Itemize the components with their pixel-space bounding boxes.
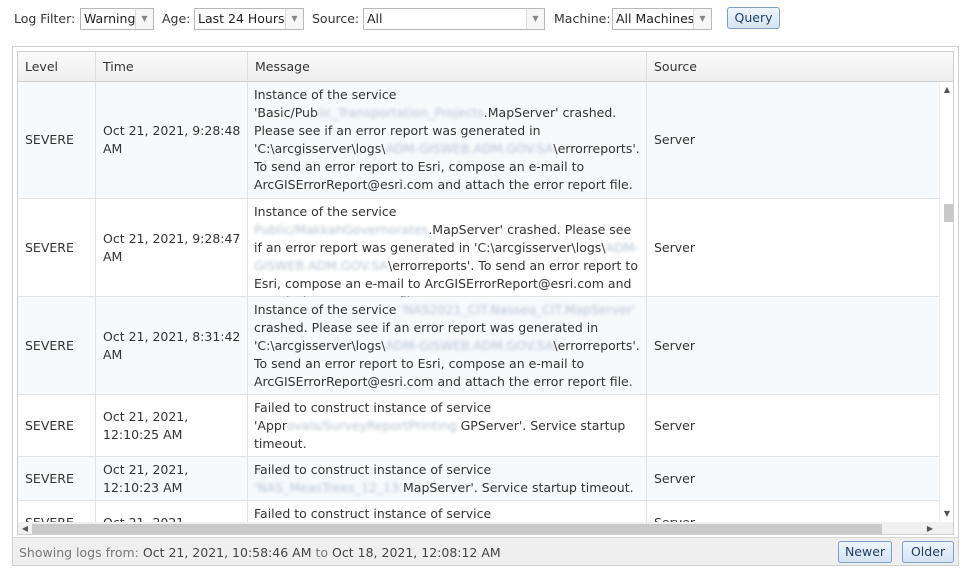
scrollbar-corner: [939, 522, 953, 534]
redacted-text: ADM-GISWEB.ADM.GOV.SA: [385, 141, 554, 156]
message-text: Failed to construct instance of service: [254, 506, 492, 521]
query-button[interactable]: Query: [727, 7, 780, 29]
message-cell: Failed to construct instance of service …: [248, 457, 647, 500]
level-cell: SEVERE: [18, 82, 96, 198]
source-label: Source:: [312, 11, 360, 26]
message-text: Instance of the service: [254, 302, 401, 317]
log-panel: Level Time Message Source SEVERE Oct 21, …: [12, 46, 959, 566]
source-cell: Server: [654, 417, 695, 433]
age-select[interactable]: Last 24 Hours ▼: [194, 8, 304, 30]
range-to-label: to: [315, 545, 329, 560]
table-row[interactable]: SEVERE Oct 21, 2021, 12:10:25 AM Failed to…: [18, 395, 939, 457]
log-filter-select[interactable]: Warning ▼: [80, 8, 154, 30]
time-cell: Oct 21, 2021, 8:31:42 AM: [96, 297, 248, 394]
age-label: Age:: [162, 11, 191, 26]
time-cell: Oct 21, 2021, 9:28:47 AM: [96, 199, 248, 296]
level-cell: SEVERE: [18, 297, 96, 394]
source-value: All: [367, 11, 383, 26]
redacted-text: lic_Transportation_Projects: [317, 105, 484, 120]
source-cell: Server: [654, 239, 695, 255]
column-header-time[interactable]: Time: [96, 52, 248, 82]
table-row[interactable]: SEVERE Oct 21, 2021, 9:28:48 AM Instance o…: [18, 82, 939, 199]
column-header-message[interactable]: Message: [248, 52, 647, 82]
source-cell: Server: [654, 132, 695, 147]
column-header-source[interactable]: Source: [647, 52, 953, 82]
redacted-text: Public/MakkahGovernorates: [254, 222, 429, 237]
source-select[interactable]: All ▼: [363, 8, 545, 30]
chevron-down-icon: ▼: [135, 9, 153, 29]
redacted-text: 'NAS_MeasTrees_12_13.: [254, 480, 404, 495]
chevron-down-icon: ▼: [526, 9, 544, 29]
table-row[interactable]: SEVERE Oct 21, 2021, 9:28:47 AM Instance o…: [18, 199, 939, 309]
older-button[interactable]: Older: [902, 541, 954, 563]
time-cell: Oct 21, 2021, 12:10:25 AM: [96, 395, 248, 456]
log-filter-bar: Log Filter: Warning ▼ Age: Last 24 Hours…: [0, 0, 963, 40]
level-cell: SEVERE: [18, 199, 96, 296]
table-row[interactable]: SEVERE Oct 21, 2021, Failed to construct i…: [18, 501, 939, 522]
machine-label: Machine:: [554, 11, 611, 26]
table-row[interactable]: SEVERE Oct 21, 2021, 8:31:42 AM Instance o…: [18, 297, 939, 395]
source-cell: Server: [654, 514, 695, 523]
message-text: MapServer'. Service startup timeout.: [403, 480, 634, 495]
time-cell: Oct 21, 2021, 9:28:48 AM: [96, 82, 248, 198]
log-filter-value: Warning: [84, 11, 136, 26]
column-header-level[interactable]: Level: [18, 52, 96, 82]
log-range-text: Showing logs from: Oct 21, 2021, 10:58:4…: [19, 545, 501, 560]
time-cell: Oct 21, 2021, 12:10:23 AM: [96, 457, 248, 500]
table-body: SEVERE Oct 21, 2021, 9:28:48 AM Instance o…: [18, 82, 939, 522]
machine-value: All Machines: [616, 11, 695, 26]
redacted-text: ovals/SurveyReportPrinting.: [286, 418, 461, 433]
message-cell: Failed to construct instance of service: [248, 501, 647, 522]
source-cell: Server: [654, 470, 695, 486]
source-cell: Server: [654, 337, 695, 353]
level-cell: SEVERE: [18, 395, 96, 456]
chevron-down-icon: ▼: [285, 9, 303, 29]
message-text: Instance of the service: [254, 204, 401, 219]
message-cell: Instance of the service 'Basic/Public_Tr…: [248, 82, 647, 198]
range-from: Oct 21, 2021, 10:58:46 AM: [142, 545, 312, 560]
age-value: Last 24 Hours: [198, 11, 285, 26]
scroll-left-icon[interactable]: ◀: [20, 524, 30, 534]
message-cell: Instance of the service 'NAS2021_CIT.Nas…: [248, 297, 647, 394]
log-table: Level Time Message Source SEVERE Oct 21, …: [17, 51, 954, 535]
redacted-text: 'NAS2021_CIT.Nasseq_CIT.MapServer': [400, 302, 636, 317]
horizontal-scroll-thumb[interactable]: [32, 524, 882, 534]
vertical-scrollbar[interactable]: ▲ ▼: [939, 82, 953, 522]
message-cell: Instance of the service Public/MakkahGov…: [248, 199, 647, 309]
horizontal-scrollbar[interactable]: ◀ ▶: [18, 522, 939, 534]
vertical-scroll-thumb[interactable]: [944, 204, 953, 222]
message-cell: Failed to construct instance of service …: [248, 395, 647, 456]
level-cell: SEVERE: [18, 457, 96, 500]
scroll-up-icon[interactable]: ▲: [942, 85, 952, 95]
range-to: Oct 18, 2021, 12:08:12 AM: [332, 545, 501, 560]
table-header: Level Time Message Source: [18, 52, 953, 82]
pager-footer: Showing logs from: Oct 21, 2021, 10:58:4…: [13, 537, 958, 565]
scroll-down-icon[interactable]: ▼: [942, 509, 952, 519]
showing-logs-label: Showing logs from:: [19, 545, 139, 560]
level-cell: SEVERE: [18, 501, 96, 522]
scroll-right-icon[interactable]: ▶: [925, 524, 935, 534]
time-cell: Oct 21, 2021,: [96, 501, 248, 522]
machine-select[interactable]: All Machines ▼: [612, 8, 712, 30]
log-filter-label: Log Filter:: [14, 11, 76, 26]
message-text: Failed to construct instance of service: [254, 462, 492, 477]
chevron-down-icon: ▼: [693, 9, 711, 29]
newer-button[interactable]: Newer: [838, 541, 892, 563]
redacted-text: ADM-GISWEB.ADM.GOV.SA: [385, 338, 554, 353]
table-row[interactable]: SEVERE Oct 21, 2021, 12:10:23 AM Failed to…: [18, 457, 939, 501]
